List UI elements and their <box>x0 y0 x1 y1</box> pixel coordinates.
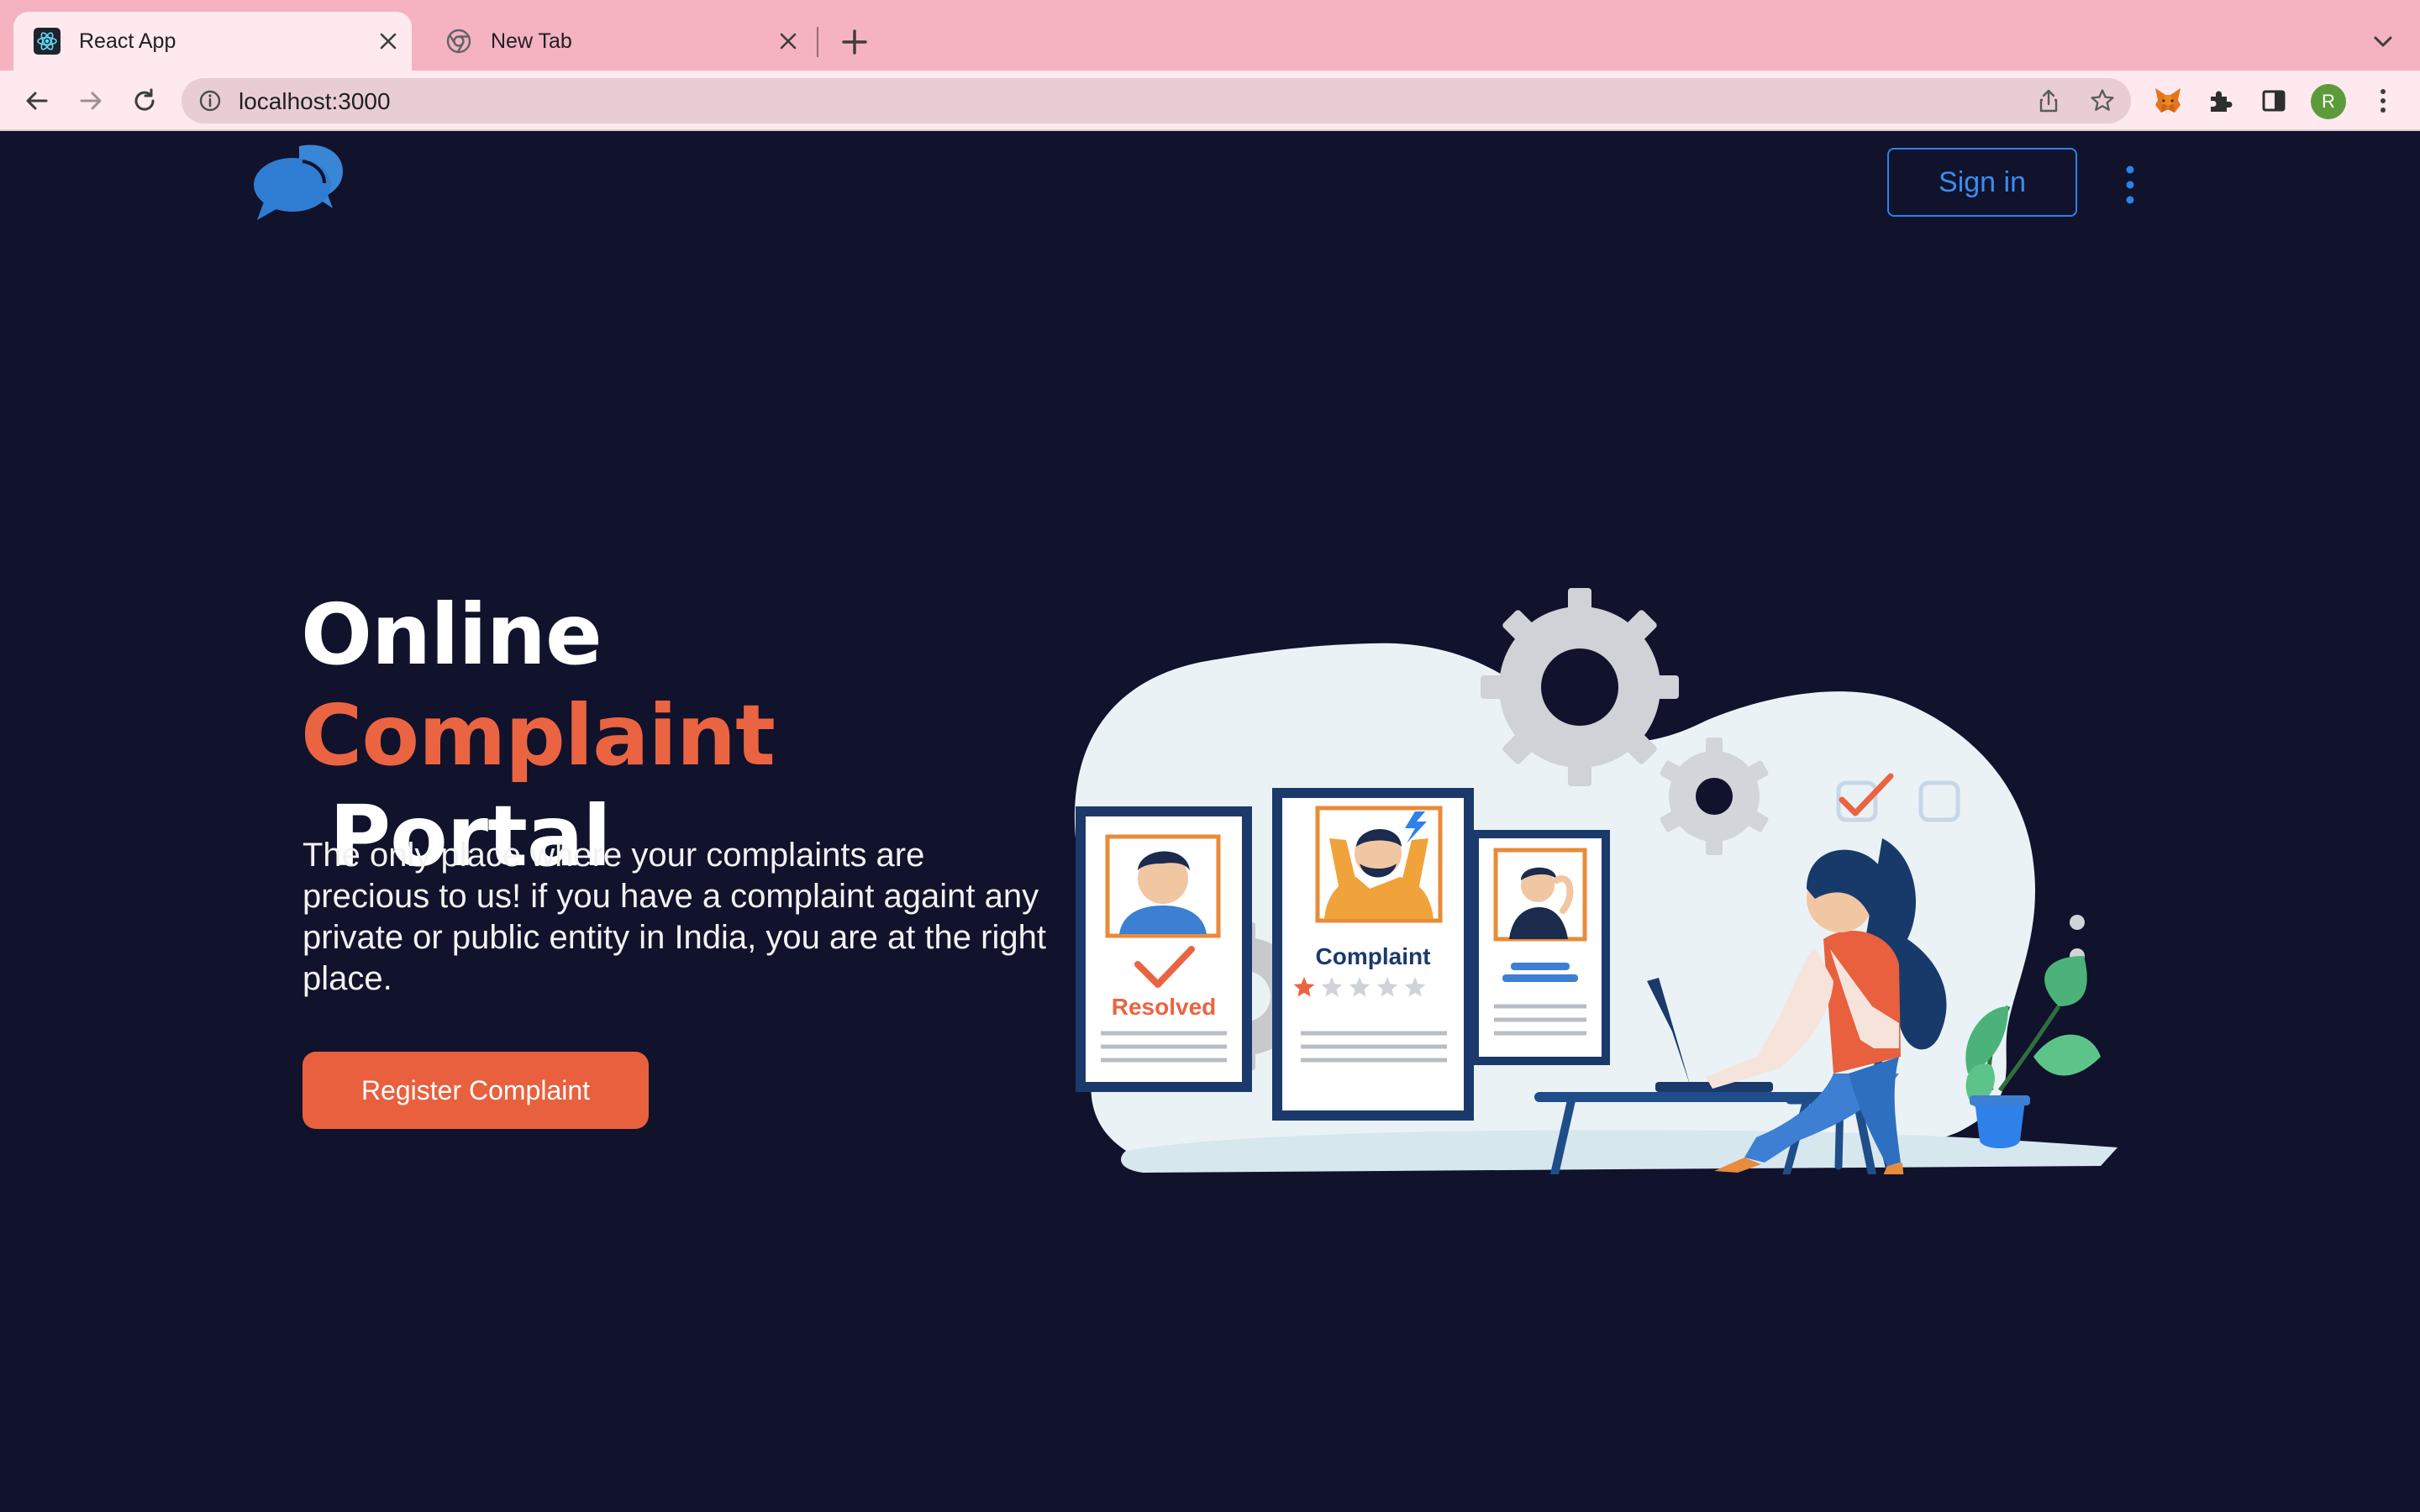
chevron-down-icon <box>2374 36 2392 47</box>
side-panel-icon[interactable] <box>2255 82 2292 119</box>
complaint-label: Complaint <box>1316 943 1431 969</box>
browser-toolbar: localhost:3000 R <box>0 71 2420 131</box>
close-tab-icon[interactable] <box>773 26 803 56</box>
browser-menu-icon[interactable] <box>2366 82 2400 119</box>
bookmark-star-icon[interactable] <box>2089 87 2116 114</box>
page-content: Sign in Online Complaint Portal The only… <box>0 133 2420 1512</box>
complaint-card: Complaint <box>1272 788 1474 1121</box>
hero-title-accent: Complaint <box>301 686 776 785</box>
profile-avatar[interactable]: R <box>2311 84 2346 119</box>
hero-description: The only place where your complaints are… <box>302 837 1046 997</box>
plus-icon <box>842 29 867 55</box>
tab-title: New Tab <box>491 29 572 53</box>
close-tab-icon[interactable] <box>373 26 403 56</box>
arrow-right-icon <box>80 92 102 110</box>
resolved-label: Resolved <box>1112 994 1217 1020</box>
tab-title: React App <box>79 29 176 53</box>
back-button[interactable] <box>17 81 57 121</box>
arrow-left-icon <box>26 92 48 110</box>
reload-button[interactable] <box>124 81 165 121</box>
complaint-illustration: Resolved Complaint <box>1074 588 2118 1174</box>
profile-card <box>1470 830 1610 1065</box>
address-bar[interactable]: localhost:3000 <box>182 78 2131 123</box>
hero-title-line1: Online <box>301 585 602 684</box>
metamask-extension-icon[interactable] <box>2149 82 2186 119</box>
resolved-card: Resolved <box>1076 806 1252 1092</box>
tab-separator <box>817 27 818 57</box>
chrome-icon <box>446 29 471 54</box>
sign-in-button[interactable]: Sign in <box>1887 148 2077 217</box>
reload-icon <box>134 88 155 111</box>
tab-new-tab[interactable]: New Tab <box>425 12 812 71</box>
info-icon[interactable] <box>197 87 224 114</box>
forward-button[interactable] <box>71 81 111 121</box>
register-complaint-button[interactable]: Register Complaint <box>302 1052 649 1129</box>
new-tab-button[interactable] <box>834 24 876 60</box>
react-icon <box>34 28 60 55</box>
browser-tabstrip: React App New Tab <box>0 0 2420 71</box>
large-gear <box>1481 588 1679 786</box>
share-icon[interactable] <box>2035 87 2062 114</box>
extensions-puzzle-icon[interactable] <box>2202 82 2238 119</box>
more-options-icon[interactable] <box>2118 163 2143 207</box>
chat-bubbles-logo[interactable] <box>252 143 346 223</box>
url-text: localhost:3000 <box>239 88 391 114</box>
tab-react-app[interactable]: React App <box>13 12 412 71</box>
fox-icon <box>2155 88 2181 113</box>
tab-search-button[interactable] <box>2365 24 2402 60</box>
